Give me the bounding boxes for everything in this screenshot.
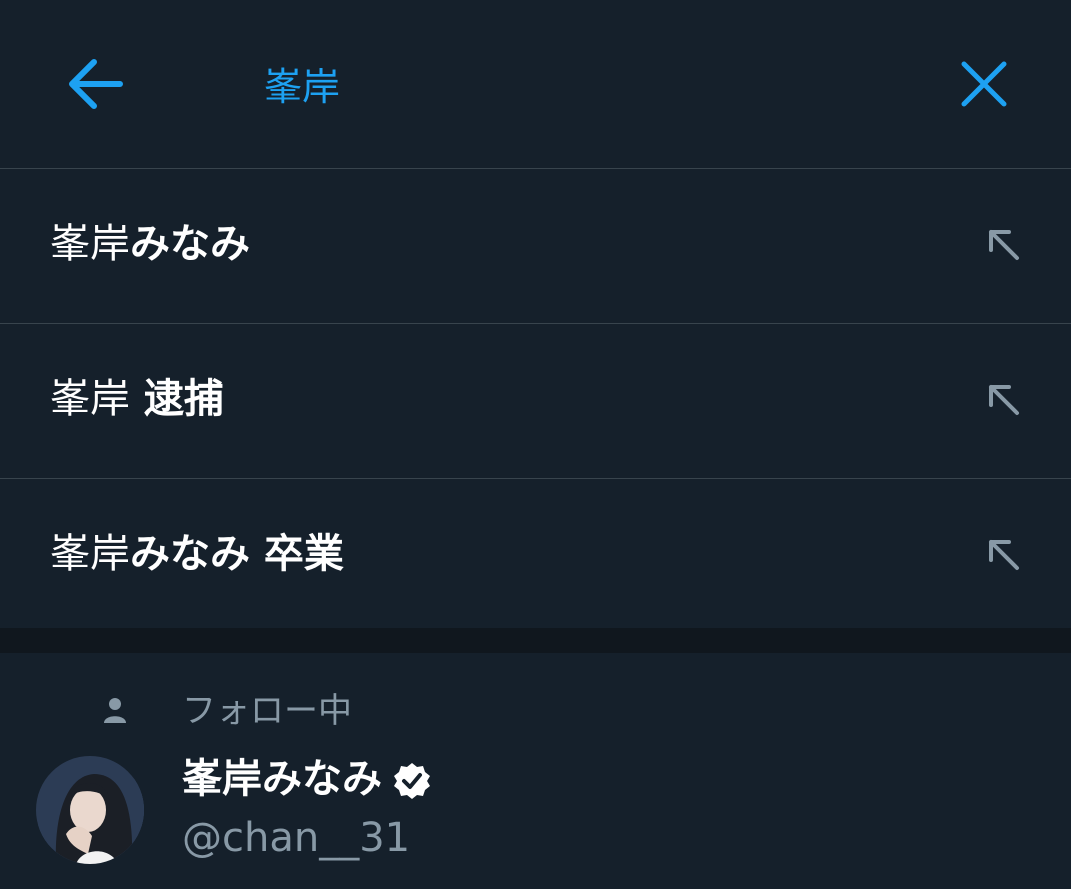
following-label: フォロー中 [182, 691, 352, 731]
clear-search-button[interactable] [944, 44, 1024, 124]
search-header [0, 0, 1071, 169]
arrow-up-left-icon [989, 230, 1019, 260]
user-name-text: 峯岸みなみ [182, 756, 382, 802]
search-suggestions: 峯岸みなみ 峯岸 逮捕 峯岸みなみ 卒業 [0, 169, 1071, 634]
user-handle: @chan__31 [182, 815, 411, 861]
suggestion-completion: みなみ 卒業 [130, 531, 344, 577]
verified-badge-icon [394, 763, 430, 799]
suggestion-item[interactable]: 峯岸みなみ 卒業 [0, 479, 1071, 634]
suggestion-text: 峯岸 逮捕 [50, 324, 224, 474]
search-input[interactable] [264, 48, 904, 118]
person-icon [104, 698, 126, 723]
fill-query-button[interactable] [978, 529, 1028, 579]
avatar-photo [36, 756, 144, 864]
close-icon [961, 61, 1007, 107]
suggestion-text: 峯岸みなみ 卒業 [50, 479, 344, 629]
suggestion-query-part: 峯岸 [50, 531, 130, 577]
fill-query-button[interactable] [978, 219, 1028, 269]
suggestion-completion: みなみ [130, 221, 250, 267]
people-results: フォロー中 峯岸みなみ @chan__31 [0, 653, 1071, 889]
suggestion-item[interactable]: 峯岸 逮捕 [0, 324, 1071, 479]
section-divider [0, 628, 1071, 653]
suggestion-text: 峯岸みなみ [50, 169, 250, 319]
back-button[interactable] [56, 44, 136, 124]
arrow-left-icon [69, 59, 123, 109]
user-display-name: 峯岸みなみ [182, 748, 432, 810]
fill-query-button[interactable] [978, 374, 1028, 424]
suggestion-item[interactable]: 峯岸みなみ [0, 169, 1071, 324]
suggestion-query-part: 峯岸 [50, 376, 130, 422]
suggestion-completion: 逮捕 [130, 376, 224, 422]
arrow-up-left-icon [989, 540, 1019, 570]
arrow-up-left-icon [989, 385, 1019, 415]
following-header: フォロー中 [0, 683, 600, 739]
search-screen: 峯岸みなみ 峯岸 逮捕 峯岸みなみ 卒業 [0, 0, 1071, 889]
user-result[interactable]: 峯岸みなみ @chan__31 [0, 748, 1071, 878]
avatar[interactable] [36, 756, 144, 864]
suggestion-query-part: 峯岸 [50, 221, 130, 267]
